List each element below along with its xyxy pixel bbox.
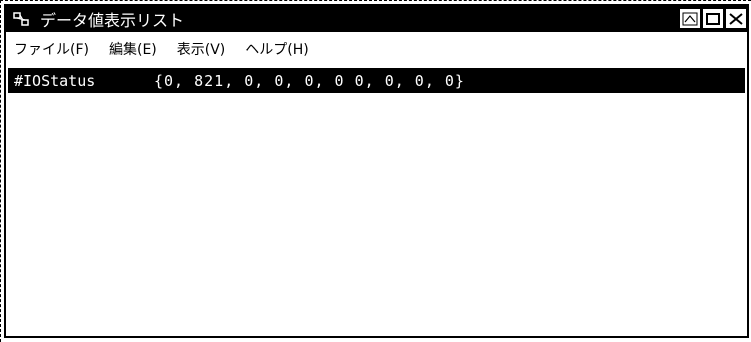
close-icon bbox=[729, 12, 743, 25]
title-buttons bbox=[679, 8, 747, 29]
menu-bar: ファイル(F) 編集(E) 表示(V) ヘルプ(H) bbox=[6, 34, 747, 64]
menu-edit[interactable]: 編集(E) bbox=[109, 39, 157, 59]
list-item-name: #IOStatus bbox=[14, 72, 96, 90]
outer-dashed-border-left bbox=[0, 0, 1, 342]
minimize-icon bbox=[682, 12, 698, 25]
close-button[interactable] bbox=[725, 8, 747, 29]
maximize-icon bbox=[706, 12, 720, 25]
outer-dashed-border-top bbox=[0, 0, 751, 1]
maximize-button[interactable] bbox=[702, 8, 724, 29]
data-value-list[interactable]: #IOStatus {0, 821, 0, 0, 0, 0 0, 0, 0, 0… bbox=[8, 68, 745, 334]
app-icon[interactable] bbox=[10, 8, 32, 30]
title-bar[interactable]: データ値表示リスト bbox=[6, 6, 747, 32]
data-value-list-window: データ値表示リスト ファイル(F) 編集(E) 表示(V) ヘルプ(H) #IO… bbox=[4, 4, 749, 338]
list-item-value: {0, 821, 0, 0, 0, 0 0, 0, 0, 0} bbox=[154, 72, 465, 90]
minimize-button[interactable] bbox=[679, 8, 701, 29]
window-title: データ値表示リスト bbox=[40, 11, 185, 30]
menu-view[interactable]: 表示(V) bbox=[177, 39, 226, 59]
menu-file[interactable]: ファイル(F) bbox=[14, 39, 89, 59]
menu-help[interactable]: ヘルプ(H) bbox=[245, 39, 308, 59]
list-item[interactable]: #IOStatus {0, 821, 0, 0, 0, 0 0, 0, 0, 0… bbox=[8, 69, 745, 93]
